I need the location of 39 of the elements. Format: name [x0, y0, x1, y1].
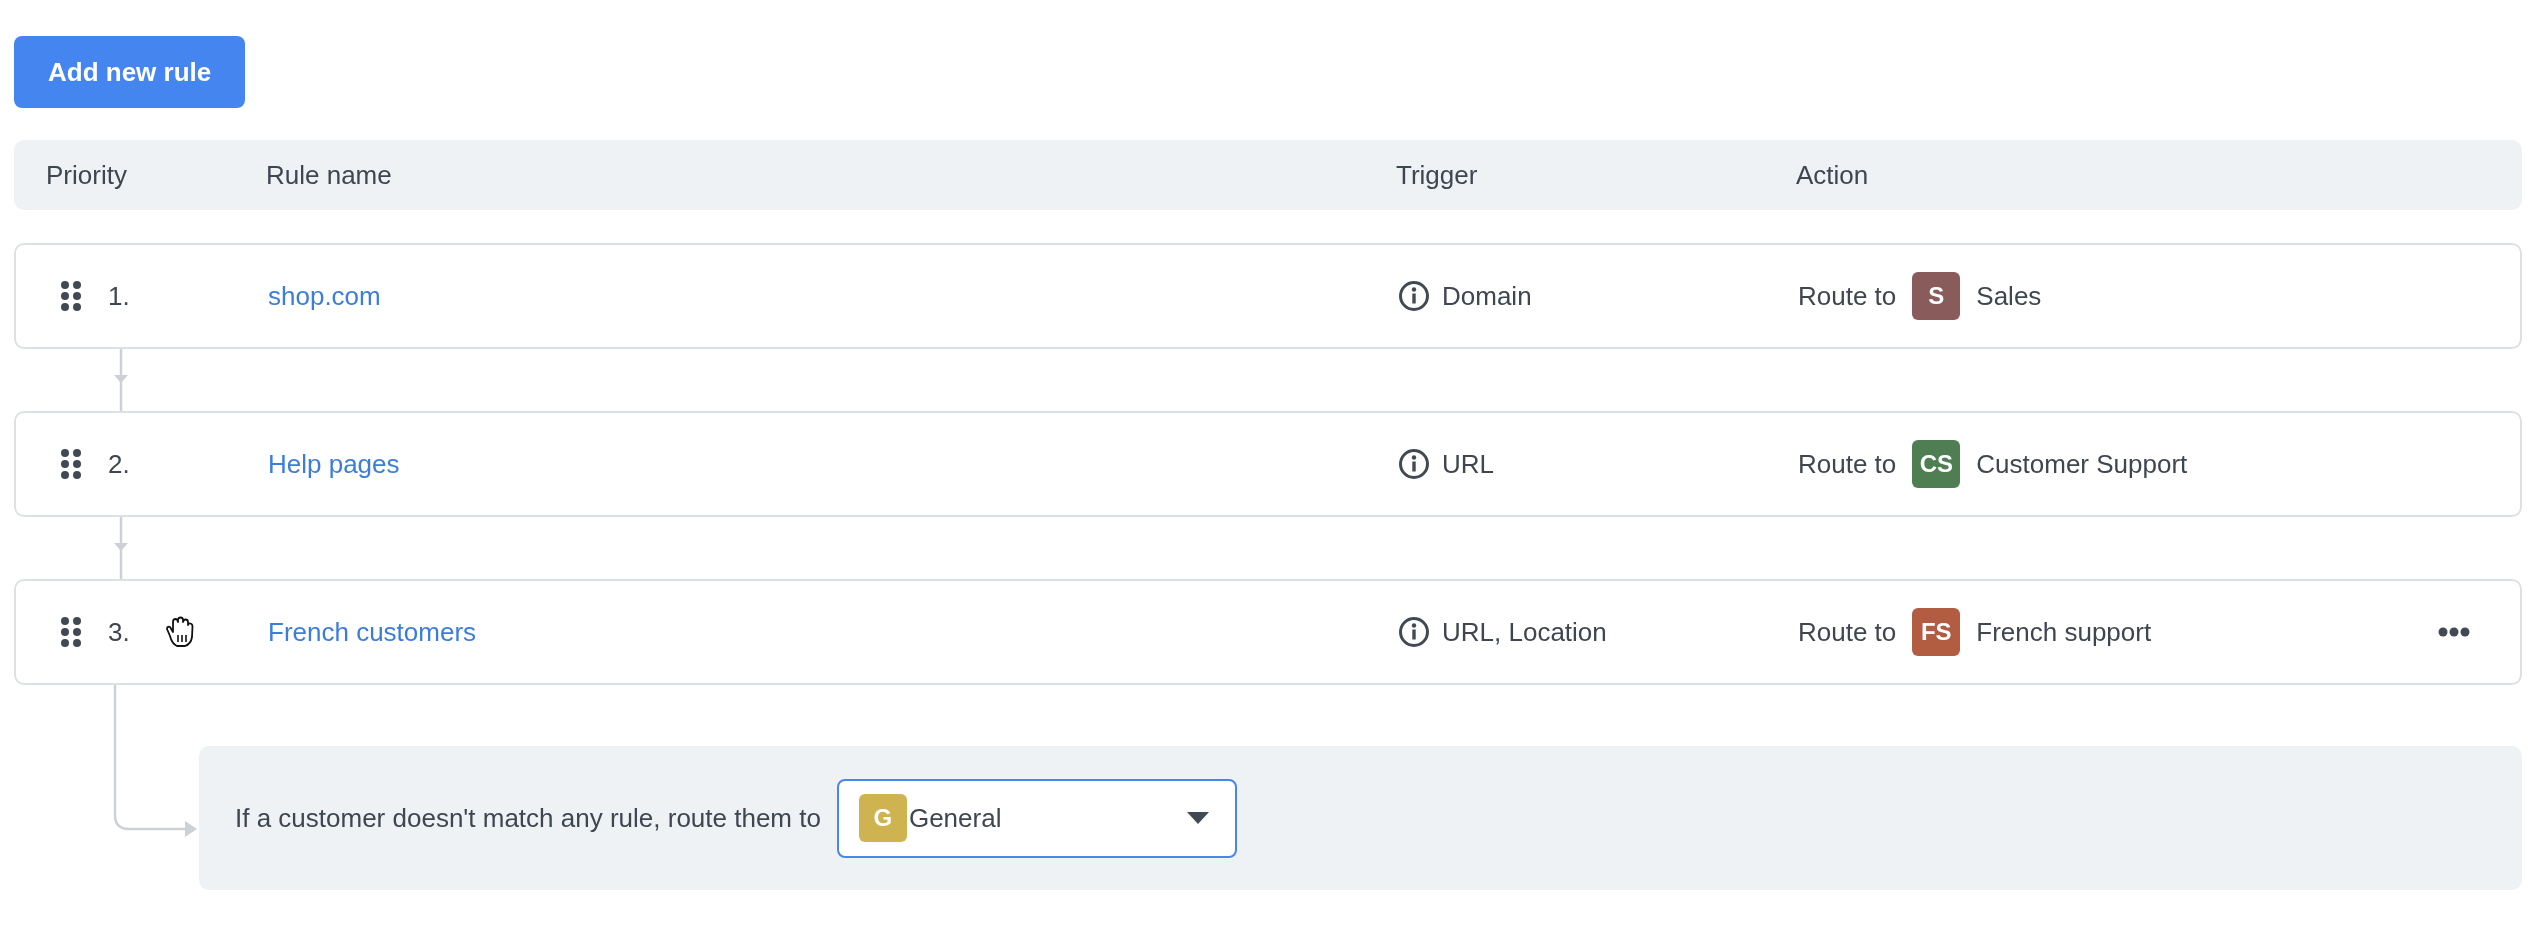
- team-avatar: G: [858, 794, 907, 842]
- rule-row[interactable]: 3. French customers URL, Location Route to FS French support: [14, 579, 2522, 685]
- fallback-text: If a customer doesn't match any rule, route them to: [235, 802, 821, 834]
- drag-handle-icon[interactable]: [60, 448, 82, 480]
- rule-name-link[interactable]: Help pages: [268, 448, 400, 479]
- team-name: Customer Support: [1976, 448, 2188, 480]
- team-avatar: CS: [1912, 440, 1961, 488]
- trigger-text: Domain: [1442, 280, 1532, 312]
- team-name: Sales: [1976, 280, 2042, 312]
- ellipsis-icon[interactable]: [2438, 627, 2470, 637]
- info-icon[interactable]: [1398, 448, 1430, 480]
- team-avatar: FS: [1912, 608, 1961, 656]
- column-header: Priority: [45, 159, 128, 191]
- rule-name-link[interactable]: shop.com: [268, 280, 381, 311]
- team-dropdown[interactable]: G General: [836, 778, 1237, 858]
- connector-arrow: [113, 349, 129, 411]
- connector-arrow: [113, 517, 129, 579]
- column-header: Action: [1796, 159, 1870, 191]
- column-header: Trigger: [1396, 159, 1479, 191]
- priority-number: 1.: [108, 280, 131, 312]
- rule-row[interactable]: 2. Help pages URL Route to CS Customer Support: [14, 411, 2522, 517]
- team-name: French support: [1976, 616, 2152, 648]
- action-text: Route to: [1798, 448, 1897, 480]
- column-header: Rule name: [266, 159, 393, 191]
- priority-number: 3.: [108, 616, 131, 648]
- priority-number: 2.: [108, 448, 131, 480]
- add-rule-button[interactable]: Add new rule: [14, 36, 246, 108]
- team-avatar: S: [1912, 272, 1961, 320]
- action-text: Route to: [1798, 280, 1897, 312]
- info-icon[interactable]: [1398, 616, 1430, 648]
- drag-handle-icon[interactable]: [60, 616, 82, 648]
- info-icon[interactable]: [1398, 280, 1430, 312]
- trigger-text: URL, Location: [1442, 616, 1607, 648]
- drag-handle-icon[interactable]: [60, 280, 82, 312]
- trigger-text: URL: [1442, 448, 1494, 480]
- rule-name-link[interactable]: French customers: [268, 616, 477, 647]
- rule-row[interactable]: 1. shop.com Domain Route to S Sales: [14, 243, 2522, 349]
- caret-icon[interactable]: [1186, 812, 1209, 824]
- action-text: Route to: [1798, 616, 1897, 648]
